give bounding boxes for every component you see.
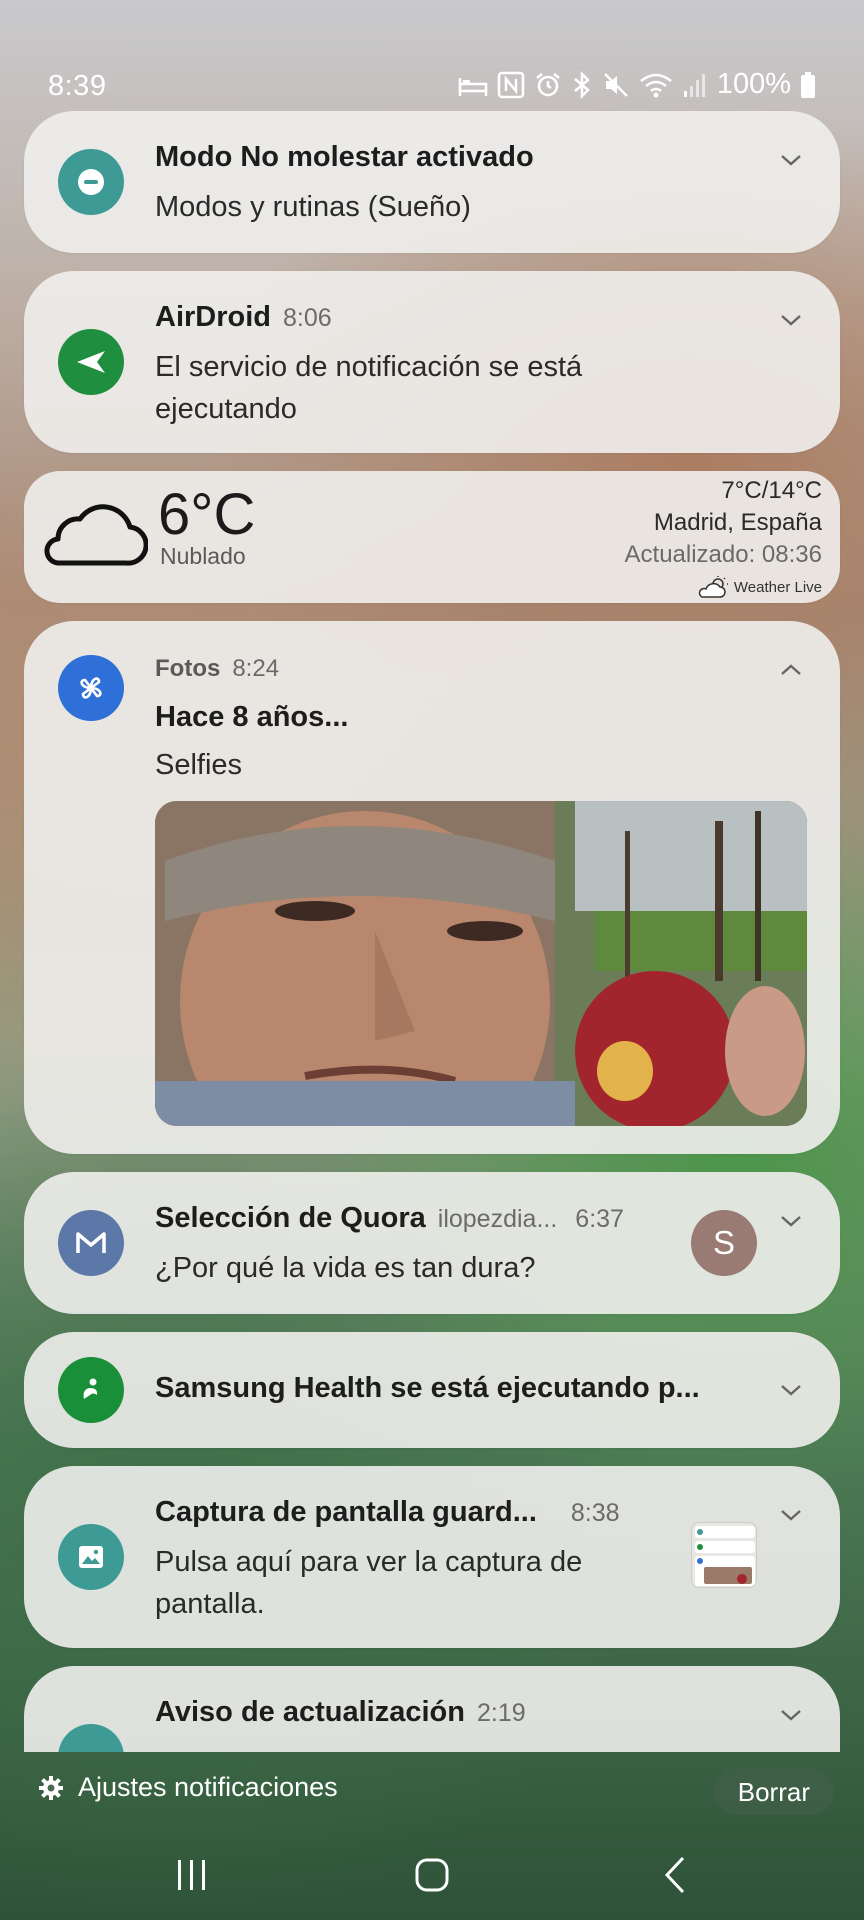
status-time: 8:39 xyxy=(48,70,107,102)
update-notification[interactable]: Aviso de actualización 2:19 xyxy=(24,1666,840,1752)
photos-body: Selfies xyxy=(155,749,243,781)
dnd-title: Modo No molestar activado xyxy=(155,141,534,173)
screenshot-header: Captura de pantalla guard... 8:38 xyxy=(155,1496,620,1529)
weather-updated: Actualizado: 08:36 xyxy=(624,541,822,568)
home-button[interactable] xyxy=(402,1850,462,1900)
screenshot-notification[interactable]: Captura de pantalla guard... 8:38 Pulsa a… xyxy=(24,1466,840,1648)
weather-brand: Weather Live xyxy=(698,575,822,599)
weather-condition: Nublado xyxy=(160,543,246,569)
airdroid-time: 8:06 xyxy=(283,304,332,332)
chevron-down-icon[interactable] xyxy=(778,1702,804,1728)
avatar: S xyxy=(691,1210,757,1276)
screenshot-title: Captura de pantalla guard... xyxy=(155,1496,537,1528)
weather-range: 7°C/14°C xyxy=(721,477,822,504)
status-bar: 8:39 100% xyxy=(0,62,864,112)
bluetooth-icon xyxy=(574,70,590,99)
chevron-down-icon[interactable] xyxy=(778,1377,804,1403)
pinwheel-icon xyxy=(58,655,124,721)
dnd-body: Modos y rutinas (Sueño) xyxy=(155,191,471,223)
health-notification[interactable]: Samsung Health se está ejecutando p... xyxy=(24,1332,840,1448)
image-icon xyxy=(58,1524,124,1590)
clear-all-button[interactable]: Borrar xyxy=(713,1769,834,1815)
quora-header: Selección de Quora ilopezdia... 6:37 xyxy=(155,1202,624,1235)
chevron-down-icon[interactable] xyxy=(778,1208,804,1234)
recent-apps-button[interactable] xyxy=(162,1850,222,1900)
weather-location: Madrid, España xyxy=(653,509,822,536)
status-icons: 100% xyxy=(458,68,816,101)
chevron-down-icon[interactable] xyxy=(778,1502,804,1528)
navigation-bar xyxy=(0,1832,864,1920)
mail-m-icon xyxy=(58,1210,124,1276)
airdroid-header: AirDroid 8:06 xyxy=(155,301,332,334)
weather-widget[interactable]: 6°C Nublado 7°C/14°C Madrid, España Actu… xyxy=(24,471,840,603)
back-icon xyxy=(664,1856,685,1894)
quora-body: ¿Por qué la vida es tan dura? xyxy=(155,1252,536,1284)
memory-photo[interactable] xyxy=(155,801,807,1126)
photos-notification[interactable]: Fotos 8:24 Hace 8 años... Selfies xyxy=(24,621,840,1154)
notification-settings-link[interactable]: Ajustes notificaciones xyxy=(38,1772,338,1803)
alarm-icon xyxy=(536,72,560,96)
battery-percent: 100% xyxy=(716,68,791,100)
chevron-down-icon[interactable] xyxy=(778,147,804,173)
photos-title: Hace 8 años... xyxy=(155,701,349,733)
back-button[interactable] xyxy=(645,1850,705,1900)
quora-title: Selección de Quora xyxy=(155,1202,426,1234)
weather-brand-label: Weather Live xyxy=(733,578,822,596)
update-clip: Aviso de actualización 2:19 xyxy=(0,1660,864,1752)
quora-notification[interactable]: Selección de Quora ilopezdia... 6:37 ¿Por … xyxy=(24,1172,840,1314)
photos-header: Fotos 8:24 xyxy=(155,655,279,683)
screenshot-time: 8:38 xyxy=(570,1499,620,1527)
weather-temperature: 6°C xyxy=(158,482,256,547)
mute-icon xyxy=(603,72,628,97)
sleep-mode-icon xyxy=(458,77,488,96)
home-icon xyxy=(415,1858,449,1892)
update-title: Aviso de actualización xyxy=(155,1696,465,1728)
health-title: Samsung Health se está ejecutando p... xyxy=(155,1372,700,1404)
photos-time: 8:24 xyxy=(232,655,280,682)
wifi-icon xyxy=(640,73,672,97)
health-person-icon xyxy=(58,1357,124,1423)
update-time: 2:19 xyxy=(476,1699,526,1727)
minus-circle-icon xyxy=(58,149,124,215)
airdroid-body: El servicio de notificación se está ejec… xyxy=(155,351,583,425)
gear-icon xyxy=(39,1775,63,1800)
airdroid-app-name: AirDroid xyxy=(155,301,271,333)
quora-time: 6:37 xyxy=(575,1205,624,1233)
cloud-icon xyxy=(44,504,148,566)
paper-plane-icon xyxy=(58,329,124,395)
screenshot-body: Pulsa aquí para ver la captura de pantal… xyxy=(155,1546,583,1620)
recent-apps-icon xyxy=(178,1860,205,1890)
photos-app-name: Fotos xyxy=(155,655,221,682)
quora-account: ilopezdia... xyxy=(437,1205,558,1233)
chevron-down-icon[interactable] xyxy=(778,307,804,333)
chevron-up-icon[interactable] xyxy=(778,657,804,683)
battery-icon xyxy=(801,71,815,98)
nfc-icon xyxy=(497,71,525,98)
update-icon xyxy=(58,1724,124,1752)
screenshot-thumbnail[interactable] xyxy=(691,1522,757,1588)
signal-icon xyxy=(683,73,705,97)
update-header: Aviso de actualización 2:19 xyxy=(155,1696,526,1729)
weather-live-icon xyxy=(698,576,728,598)
airdroid-notification[interactable]: AirDroid 8:06 El servicio de notificación… xyxy=(24,271,840,453)
notification-settings-label: Ajustes notificaciones xyxy=(78,1772,338,1802)
notification-actions-bar: Ajustes notificaciones Borrar xyxy=(0,1752,864,1832)
dnd-notification[interactable]: Modo No molestar activado Modos y rutina… xyxy=(24,111,840,253)
